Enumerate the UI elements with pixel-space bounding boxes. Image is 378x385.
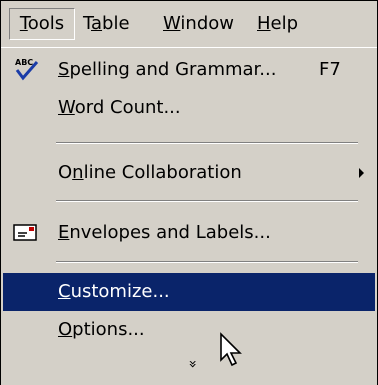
menu-item-label: Options...: [58, 311, 145, 349]
menu-table[interactable]: Table: [83, 10, 130, 38]
menu-help[interactable]: Help: [257, 10, 298, 38]
menu-window-post: indow: [180, 13, 234, 34]
menu-table-post: ble: [102, 13, 130, 34]
menu-table-mnemonic: a: [91, 13, 103, 34]
options-mnemonic: O: [58, 319, 73, 340]
options-post: ptions...: [72, 319, 145, 340]
envelopes-post: nvelopes and Labels...: [69, 222, 271, 243]
online-mnemonic: n: [72, 162, 84, 183]
online-post: line Collaboration: [83, 162, 242, 183]
submenu-arrow-icon: [359, 168, 364, 178]
menu-tools-post: ools: [27, 13, 65, 34]
shortcut-label: F7: [319, 59, 341, 80]
spelling-mnemonic: S: [58, 59, 70, 80]
menu-tools[interactable]: Tools: [9, 8, 75, 40]
menu-item-envelopes-and-labels[interactable]: Envelopes and Labels...: [3, 214, 375, 252]
application-window: Tools Table Window Help ABC Spelling and…: [0, 0, 378, 385]
menu-item-label: Word Count...: [58, 89, 181, 127]
menu-item-options[interactable]: Options...: [3, 311, 375, 349]
menu-help-post: elp: [270, 13, 299, 34]
menu-tools-mnemonic: T: [19, 13, 28, 34]
menu-separator: [56, 200, 358, 202]
menu-bar: Tools Table Window Help: [1, 1, 377, 47]
wordcount-mnemonic: W: [58, 97, 75, 118]
menu-item-label: Online Collaboration: [58, 154, 242, 192]
tools-dropdown-menu: ABC Spelling and Grammar... F7 Word Coun…: [1, 47, 377, 385]
menu-item-spelling-and-grammar[interactable]: ABC Spelling and Grammar... F7: [3, 51, 375, 89]
envelopes-mnemonic: E: [58, 222, 70, 243]
menu-item-word-count[interactable]: Word Count...: [3, 89, 375, 127]
menu-item-customize[interactable]: Customize...: [3, 273, 375, 311]
menu-expand-button[interactable]: »: [3, 348, 375, 380]
envelope-icon: [13, 224, 37, 241]
online-pre: O: [58, 162, 73, 183]
menu-window[interactable]: Window: [163, 10, 234, 38]
menu-separator: [56, 142, 358, 144]
menu-window-mnemonic: W: [163, 13, 181, 34]
double-chevron-down-icon: »: [184, 359, 201, 369]
wordcount-post: ord Count...: [74, 97, 181, 118]
svg-text:ABC: ABC: [15, 58, 33, 67]
menu-separator: [56, 261, 358, 263]
spelling-post: pelling and Grammar...: [69, 59, 277, 80]
mouse-pointer-icon: [220, 332, 242, 367]
menu-help-mnemonic: H: [257, 13, 271, 34]
menu-item-label: Envelopes and Labels...: [58, 214, 271, 252]
menu-table-pre: T: [83, 13, 92, 34]
menu-item-label: Spelling and Grammar...: [58, 51, 276, 89]
customize-mnemonic: C: [58, 281, 71, 302]
menu-item-label: Customize...: [58, 273, 170, 311]
menu-item-online-collaboration[interactable]: Online Collaboration: [3, 154, 375, 192]
spelling-check-icon: ABC: [15, 58, 39, 81]
customize-post: ustomize...: [70, 281, 170, 302]
